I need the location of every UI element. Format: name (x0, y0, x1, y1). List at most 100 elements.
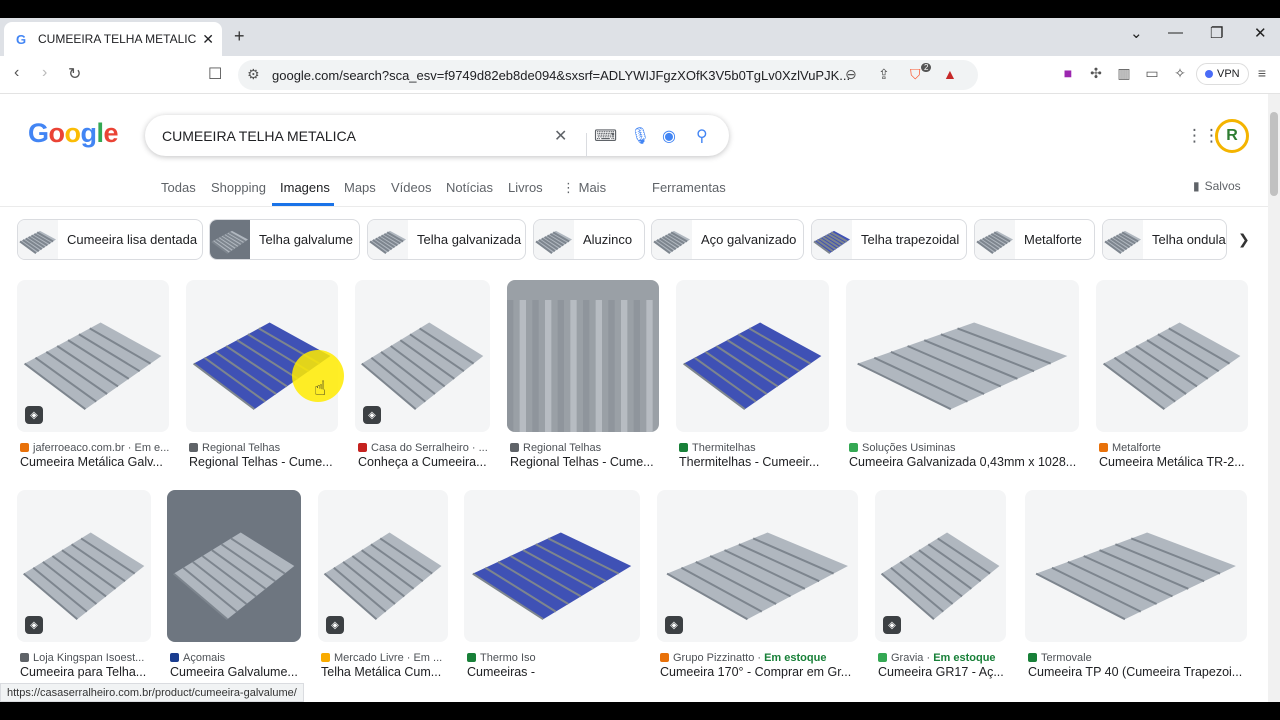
image-result[interactable]: ◈ Grupo Pizzinatto · Em estoque Cumeeira 1… (657, 490, 858, 690)
tab-ferramentas[interactable]: Ferramentas (652, 180, 726, 195)
related-chip[interactable]: Metalforte (974, 219, 1095, 260)
tab-mais[interactable]: ⋮ Mais (562, 180, 606, 196)
tab-todas[interactable]: Todas (161, 180, 196, 195)
clear-icon[interactable]: ✕ (554, 126, 567, 146)
result-title[interactable]: Regional Telhas - Cume... (510, 455, 659, 469)
tab-livros[interactable]: Livros (508, 180, 543, 195)
image-result[interactable]: Termovale Cumeeira TP 40 (Cumeeira Trapez… (1025, 490, 1247, 690)
restore-icon[interactable]: ❐ (1210, 24, 1223, 42)
related-chip[interactable]: Cumeeira lisa dentada (17, 219, 203, 260)
tab-shopping[interactable]: Shopping (211, 180, 266, 195)
related-chip[interactable]: Aluzinco (533, 219, 645, 260)
tab-videos[interactable]: Vídeos (391, 180, 431, 195)
share-icon[interactable]: ⇪ (878, 66, 890, 83)
back-icon[interactable]: ‹ (14, 64, 19, 82)
related-chip[interactable]: Telha trapezoidal (811, 219, 967, 260)
site-info-icon[interactable]: ⚙ (247, 66, 260, 83)
sidebar-icon[interactable]: ▥ (1115, 65, 1133, 83)
result-source[interactable]: Loja Kingspan Isoest... (20, 652, 151, 664)
image-result[interactable]: Thermo Iso Cumeeiras - (464, 490, 640, 690)
forward-icon[interactable]: › (42, 64, 47, 82)
image-result[interactable]: ◈ Mercado Livre · Em ... Telha Metálica Cu… (318, 490, 448, 690)
zoom-icon[interactable]: ⊖ (845, 66, 857, 83)
image-result[interactable]: Thermitelhas Thermitelhas - Cumeeir... (676, 280, 829, 480)
address-bar[interactable]: google.com/search?sca_esv=f9749d82eb8de0… (238, 60, 978, 90)
result-source[interactable]: Grupo Pizzinatto · Em estoque (660, 652, 858, 664)
result-thumbnail[interactable] (507, 280, 659, 432)
tab-maps[interactable]: Maps (344, 180, 376, 195)
result-thumbnail[interactable] (464, 490, 640, 642)
result-source[interactable]: Thermo Iso (467, 652, 640, 664)
result-source[interactable]: Termovale (1028, 652, 1247, 664)
image-result[interactable]: ◈ Casa do Serralheiro · ... Conheça a Cume… (355, 280, 490, 480)
related-chip[interactable]: Telha galvalume (209, 219, 360, 260)
chevron-right-icon[interactable]: ❯ (1238, 231, 1250, 248)
image-result[interactable]: ◈ Loja Kingspan Isoest... Cumeeira para Te… (17, 490, 151, 690)
result-thumbnail[interactable] (167, 490, 301, 642)
result-title[interactable]: Cumeeira Metálica TR-2... (1099, 455, 1248, 469)
new-tab-button[interactable]: + (234, 26, 245, 47)
tab-noticias[interactable]: Notícias (446, 180, 493, 195)
result-source[interactable]: Casa do Serralheiro · ... (358, 442, 490, 454)
rewards-icon[interactable]: ▲ (943, 66, 957, 82)
image-result[interactable]: Regional Telhas Regional Telhas - Cume... (507, 280, 659, 480)
bookmark-icon[interactable]: ☐ (208, 64, 222, 84)
avatar[interactable]: R (1215, 119, 1249, 153)
result-thumbnail[interactable] (1096, 280, 1248, 432)
result-title[interactable]: Cumeeira para Telha... (20, 665, 151, 679)
vpn-button[interactable]: VPN (1196, 63, 1249, 85)
close-tab-icon[interactable]: ✕ (202, 31, 214, 48)
result-source[interactable]: Mercado Livre · Em ... (321, 652, 448, 664)
image-result[interactable]: Metalforte Cumeeira Metálica TR-2... (1096, 280, 1248, 480)
result-source[interactable]: Gravia · Em estoque (878, 652, 1006, 664)
result-source[interactable]: Açomais (170, 652, 301, 664)
result-title[interactable]: Cumeeira 170° - Comprar em Gr... (660, 665, 858, 679)
result-thumbnail[interactable] (1025, 490, 1247, 642)
related-chip[interactable]: Telha galvanizada (367, 219, 526, 260)
result-title[interactable]: Cumeeira Metálica Galv... (20, 455, 169, 469)
result-source[interactable]: jaferroeaco.com.br · Em e... (20, 442, 169, 454)
result-source[interactable]: Metalforte (1099, 442, 1248, 454)
minimize-icon[interactable]: — (1168, 24, 1183, 41)
tab-imagens[interactable]: Imagens (280, 180, 330, 195)
result-title[interactable]: Cumeeira GR17 - Aç... (878, 665, 1006, 679)
result-source[interactable]: Soluções Usiminas (849, 442, 1079, 454)
result-source[interactable]: Regional Telhas (189, 442, 338, 454)
result-source[interactable]: Thermitelhas (679, 442, 829, 454)
result-title[interactable]: Cumeeira Galvalume... (170, 665, 301, 679)
result-thumbnail[interactable] (676, 280, 829, 432)
leo-ai-icon[interactable]: ✧ (1171, 65, 1189, 83)
google-logo[interactable]: Google (28, 118, 119, 149)
result-title[interactable]: Conheça a Cumeeira... (358, 455, 490, 469)
brave-shield-icon[interactable]: ⛉ (910, 66, 921, 83)
result-title[interactable]: Thermitelhas - Cumeeir... (679, 455, 829, 469)
related-chip[interactable]: Telha ondulada (1102, 219, 1227, 260)
search-icon[interactable]: ⚲ (696, 126, 708, 146)
microphone-icon[interactable]: 🎙 (630, 126, 650, 146)
menu-icon[interactable]: ≡ (1253, 65, 1271, 83)
browser-tab[interactable]: G CUMEEIRA TELHA METALICA - ✕ (4, 22, 222, 56)
reload-icon[interactable]: ↻ (68, 64, 81, 84)
image-result[interactable]: ◈ jaferroeaco.com.br · Em e... Cumeeira Me… (17, 280, 169, 480)
saved-button[interactable]: ▮ Salvos (1193, 179, 1241, 193)
scrollbar-thumb[interactable] (1270, 112, 1278, 196)
result-title[interactable]: Cumeeira TP 40 (Cumeeira Trapezoi... (1028, 665, 1247, 679)
result-source[interactable]: Regional Telhas (510, 442, 659, 454)
lens-icon[interactable]: ◉ (662, 126, 676, 146)
page-scrollbar[interactable] (1268, 94, 1280, 702)
wallet-icon[interactable]: ▭ (1143, 65, 1161, 83)
result-title[interactable]: Telha Metálica Cum... (321, 665, 448, 679)
result-thumbnail[interactable] (657, 490, 858, 642)
image-result[interactable]: Açomais Cumeeira Galvalume... (167, 490, 301, 690)
close-window-icon[interactable]: ✕ (1254, 24, 1267, 42)
keyboard-icon[interactable]: ⌨ (594, 126, 617, 146)
result-thumbnail[interactable] (846, 280, 1079, 432)
image-result[interactable]: ◈ Gravia · Em estoque Cumeeira GR17 - Aç..… (875, 490, 1006, 690)
result-title[interactable]: Cumeeiras - (467, 665, 640, 679)
tab-search-icon[interactable]: ⌄ (1130, 24, 1143, 42)
result-title[interactable]: Cumeeira Galvanizada 0,43mm x 1028... (849, 455, 1079, 469)
image-result[interactable]: Soluções Usiminas Cumeeira Galvanizada 0,… (846, 280, 1079, 480)
result-title[interactable]: Regional Telhas - Cume... (189, 455, 338, 469)
search-input[interactable]: CUMEEIRA TELHA METALICA (162, 128, 356, 144)
puzzle-icon[interactable]: ✣ (1087, 65, 1105, 83)
